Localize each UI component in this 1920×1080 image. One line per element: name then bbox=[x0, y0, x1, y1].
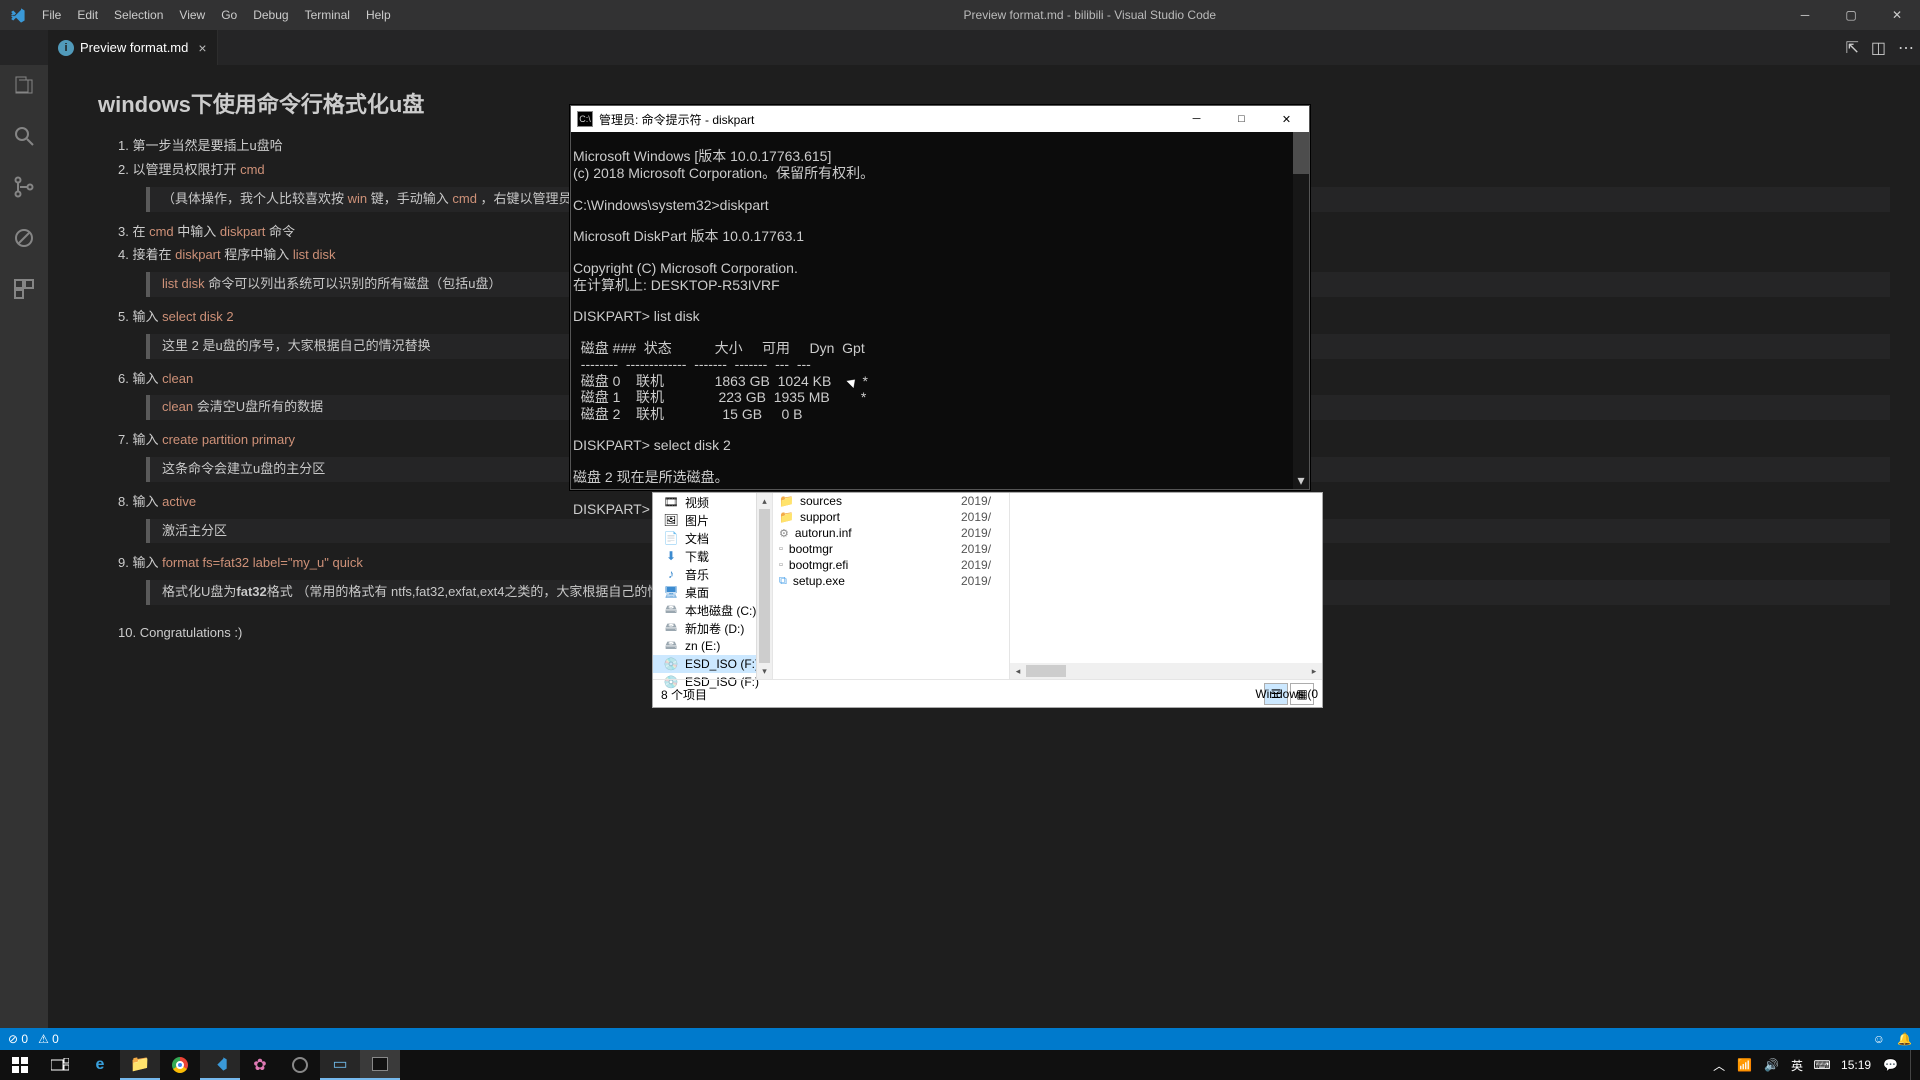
feedback-icon[interactable]: ☺ bbox=[1873, 1032, 1885, 1046]
explorer-brand: Windows (0 bbox=[1255, 687, 1318, 701]
tray-volume-icon[interactable]: 🔊 bbox=[1764, 1058, 1779, 1072]
explorer-preview-pane: ◂ ▸ bbox=[1009, 493, 1322, 679]
search-icon[interactable] bbox=[12, 124, 36, 153]
maximize-button[interactable]: ▢ bbox=[1828, 0, 1874, 30]
cmd-body[interactable]: Microsoft Windows [版本 10.0.17763.615] (c… bbox=[571, 132, 1309, 489]
cmd-scrollbar-thumb[interactable] bbox=[1293, 132, 1309, 174]
titlebar: File Edit Selection View Go Debug Termin… bbox=[0, 0, 1920, 30]
tree-scroll-down-icon[interactable]: ▾ bbox=[757, 663, 772, 679]
taskbar-app-1[interactable]: ✿ bbox=[240, 1050, 280, 1080]
menu-edit[interactable]: Edit bbox=[70, 4, 105, 26]
cmd-scroll-down-icon[interactable]: ▾ bbox=[1293, 473, 1309, 489]
cmd-titlebar[interactable]: C:\ 管理员: 命令提示符 - diskpart ─ □ ✕ bbox=[571, 106, 1309, 132]
hscroll-left-icon[interactable]: ◂ bbox=[1010, 663, 1026, 679]
tree-scroll-up-icon[interactable]: ▴ bbox=[757, 493, 772, 509]
debug-icon[interactable] bbox=[12, 226, 36, 255]
tree-videos[interactable]: 🎞视频 bbox=[653, 493, 772, 511]
file-setup[interactable]: ⧉setup.exe2019/ bbox=[773, 573, 1009, 589]
cmd-title: 管理员: 命令提示符 - diskpart bbox=[599, 111, 754, 128]
menubar: File Edit Selection View Go Debug Termin… bbox=[35, 4, 398, 26]
system-tray: ︿ 📶 🔊 英 ⌨ 15:19 💬 bbox=[1713, 1050, 1920, 1080]
menu-selection[interactable]: Selection bbox=[107, 4, 170, 26]
tray-action-center-icon[interactable]: 💬 bbox=[1883, 1058, 1898, 1072]
file-bootmgr[interactable]: ▫bootmgr2019/ bbox=[773, 541, 1009, 557]
tray-keyboard-icon[interactable]: ⌨ bbox=[1815, 1058, 1829, 1072]
minimize-button[interactable]: ─ bbox=[1782, 0, 1828, 30]
menu-terminal[interactable]: Terminal bbox=[298, 4, 357, 26]
tree-pictures[interactable]: 🖼图片 bbox=[653, 511, 772, 529]
tree-scrollbar[interactable]: ▴ ▾ bbox=[756, 493, 772, 679]
cmd-minimize-button[interactable]: ─ bbox=[1174, 106, 1219, 132]
file-bootmgr-efi[interactable]: ▫bootmgr.efi2019/ bbox=[773, 557, 1009, 573]
taskbar: e 📁 ✿ ▭ ︿ 📶 🔊 英 ⌨ 15:19 💬 bbox=[0, 1050, 1920, 1080]
start-button[interactable] bbox=[0, 1050, 40, 1080]
file-support[interactable]: 📁support2019/ bbox=[773, 509, 1009, 525]
notifications-icon[interactable]: 🔔 bbox=[1897, 1032, 1912, 1046]
tree-music[interactable]: ♪音乐 bbox=[653, 565, 772, 583]
file-explorer-window[interactable]: 🎞视频 🖼图片 📄文档 ⬇下载 ♪音乐 🖥桌面 🖴本地磁盘 (C:) 🖴新加卷 … bbox=[652, 492, 1323, 708]
close-button[interactable]: ✕ bbox=[1874, 0, 1920, 30]
menu-go[interactable]: Go bbox=[214, 4, 244, 26]
tree-downloads[interactable]: ⬇下载 bbox=[653, 547, 772, 565]
status-warnings[interactable]: ⚠ 0 bbox=[38, 1032, 59, 1046]
taskbar-obs[interactable] bbox=[280, 1050, 320, 1080]
taskbar-file-explorer[interactable]: 📁 bbox=[120, 1050, 160, 1080]
window-controls: ─ ▢ ✕ bbox=[1782, 0, 1920, 30]
tabbar: i Preview format.md × ⇱ ◫ ⋯ bbox=[0, 30, 1920, 65]
tray-clock[interactable]: 15:19 bbox=[1841, 1058, 1871, 1072]
taskbar-app-2[interactable]: ▭ bbox=[320, 1050, 360, 1080]
menu-file[interactable]: File bbox=[35, 4, 68, 26]
cmd-window[interactable]: C:\ 管理员: 命令提示符 - diskpart ─ □ ✕ Microsof… bbox=[570, 105, 1310, 490]
tray-overflow-icon[interactable]: ︿ bbox=[1713, 1057, 1725, 1074]
cmd-maximize-button[interactable]: □ bbox=[1219, 106, 1264, 132]
explorer-statusbar: 8 个项目 ☰ ▦ Windows (0 bbox=[653, 679, 1322, 708]
tree-documents[interactable]: 📄文档 bbox=[653, 529, 772, 547]
menu-help[interactable]: Help bbox=[359, 4, 398, 26]
preview-icon: i bbox=[58, 40, 74, 56]
tray-ime[interactable]: 英 bbox=[1791, 1057, 1803, 1074]
status-errors[interactable]: ⊘ 0 bbox=[8, 1032, 28, 1046]
activitybar bbox=[0, 65, 48, 1058]
cmd-scrollbar[interactable] bbox=[1293, 132, 1309, 489]
tree-desktop[interactable]: 🖥桌面 bbox=[653, 583, 772, 601]
open-preview-icon[interactable]: ⇱ bbox=[1845, 38, 1858, 58]
detail-hscroll[interactable]: ◂ ▸ bbox=[1010, 663, 1322, 679]
taskview-button[interactable] bbox=[40, 1050, 80, 1080]
explorer-nav-tree[interactable]: 🎞视频 🖼图片 📄文档 ⬇下载 ♪音乐 🖥桌面 🖴本地磁盘 (C:) 🖴新加卷 … bbox=[653, 493, 773, 679]
show-desktop-button[interactable] bbox=[1910, 1050, 1916, 1080]
tree-scroll-thumb[interactable] bbox=[759, 509, 770, 663]
tab-preview-format[interactable]: i Preview format.md × bbox=[48, 30, 218, 65]
taskbar-cmd[interactable] bbox=[360, 1050, 400, 1080]
explorer-file-list[interactable]: 📁sources2019/ 📁support2019/ ⚙autorun.inf… bbox=[773, 493, 1009, 679]
window-title: Preview format.md - bilibili - Visual St… bbox=[398, 8, 1782, 22]
menu-view[interactable]: View bbox=[172, 4, 212, 26]
cmd-close-button[interactable]: ✕ bbox=[1264, 106, 1309, 132]
explorer-icon[interactable] bbox=[12, 73, 36, 102]
tree-drive-f[interactable]: 💿ESD_ISO (F:) bbox=[653, 655, 772, 673]
cmd-icon: C:\ bbox=[577, 111, 593, 127]
menu-debug[interactable]: Debug bbox=[246, 4, 295, 26]
split-editor-icon[interactable]: ◫ bbox=[1871, 38, 1886, 58]
tab-label: Preview format.md bbox=[80, 40, 188, 55]
hscroll-right-icon[interactable]: ▸ bbox=[1306, 663, 1322, 679]
explorer-item-count: 8 个项目 bbox=[661, 686, 707, 703]
taskbar-vscode[interactable] bbox=[200, 1050, 240, 1080]
extensions-icon[interactable] bbox=[12, 277, 36, 306]
taskbar-chrome[interactable] bbox=[160, 1050, 200, 1080]
file-sources[interactable]: 📁sources2019/ bbox=[773, 493, 1009, 509]
taskbar-edge[interactable]: e bbox=[80, 1050, 120, 1080]
tray-network-icon[interactable]: 📶 bbox=[1737, 1058, 1752, 1072]
hscroll-thumb[interactable] bbox=[1026, 665, 1066, 677]
tree-drive-e[interactable]: 🖴zn (E:) bbox=[653, 637, 772, 655]
vscode-logo-icon bbox=[0, 7, 35, 24]
source-control-icon[interactable] bbox=[12, 175, 36, 204]
file-autorun[interactable]: ⚙autorun.inf2019/ bbox=[773, 525, 1009, 541]
tree-drive-d[interactable]: 🖴新加卷 (D:) bbox=[653, 619, 772, 637]
tab-close-icon[interactable]: × bbox=[194, 40, 206, 56]
more-actions-icon[interactable]: ⋯ bbox=[1898, 38, 1914, 58]
tree-drive-c[interactable]: 🖴本地磁盘 (C:) bbox=[653, 601, 772, 619]
statusbar: ⊘ 0 ⚠ 0 ☺ 🔔 bbox=[0, 1028, 1920, 1050]
